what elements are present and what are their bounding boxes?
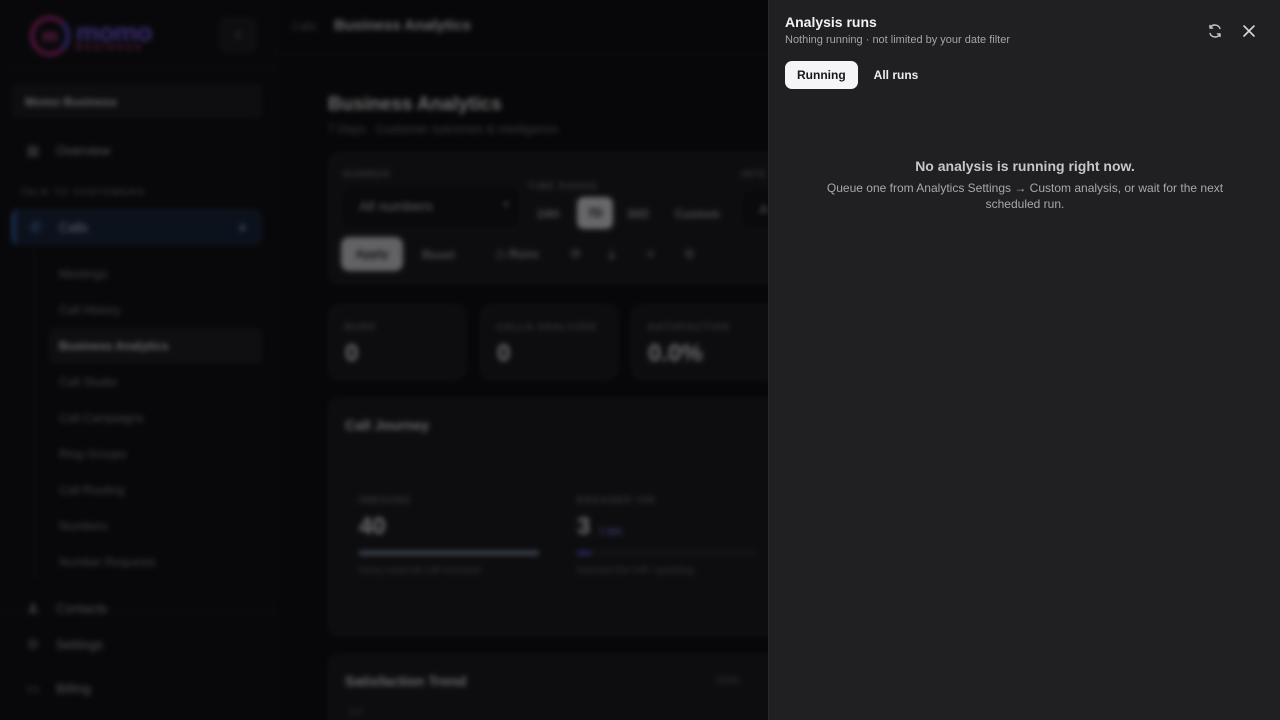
tab-all-runs[interactable]: All runs: [862, 61, 931, 89]
analysis-runs-drawer: Analysis runs Nothing running · not limi…: [768, 0, 1280, 720]
tab-running[interactable]: Running: [785, 61, 858, 89]
drawer-subtitle: Nothing running · not limited by your da…: [785, 34, 1011, 46]
close-button[interactable]: [1236, 18, 1262, 44]
empty-state-description: Queue one from Analytics Settings → Cust…: [826, 181, 1224, 211]
drawer-title: Analysis runs: [785, 14, 877, 30]
empty-state: No analysis is running right now. Queue …: [769, 158, 1280, 212]
refresh-button[interactable]: [1202, 18, 1228, 44]
empty-state-title: No analysis is running right now.: [915, 158, 1135, 174]
modal-backdrop[interactable]: [0, 0, 768, 720]
close-icon: [1243, 25, 1255, 37]
drawer-tabs: Running All runs: [785, 61, 930, 89]
refresh-icon: [1209, 24, 1221, 38]
